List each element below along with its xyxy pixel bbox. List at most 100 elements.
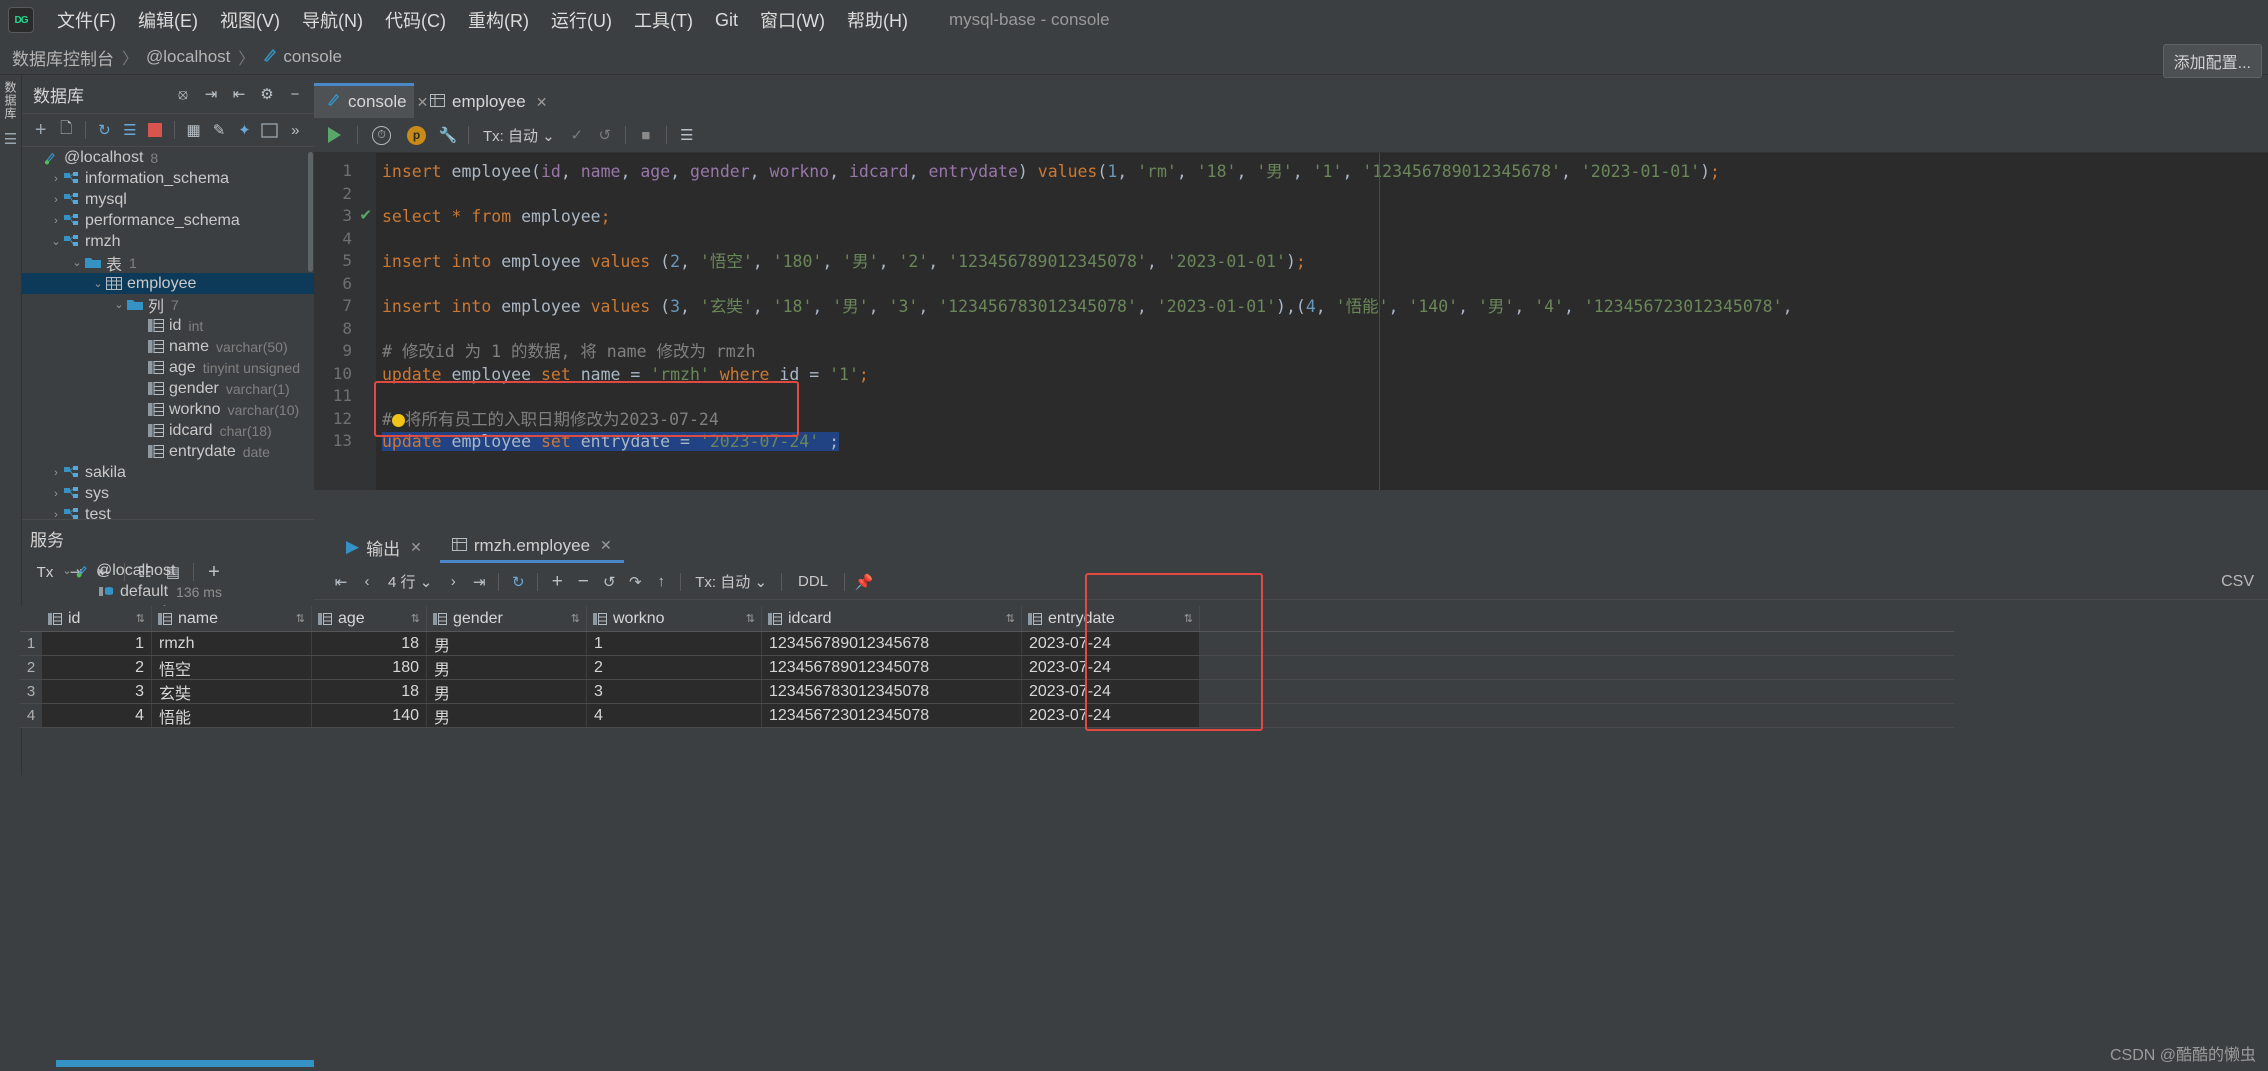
tree-item-entrydate[interactable]: entrydate date [22,441,314,462]
code-line-7[interactable]: insert into employee values (3, '玄奘', '1… [382,296,1793,318]
revert-selected-icon[interactable]: ↷ [622,570,648,594]
table-row[interactable]: 2 2 悟空 180 男 2 123456789012345078 2023-07-24 [20,656,1954,680]
result-tab-output[interactable]: ▶ 输出 ✕ [334,531,434,564]
refresh-icon[interactable]: ↻ [94,118,115,142]
tree-item-test[interactable]: › test [22,504,314,520]
menu-item-navigate[interactable]: 导航(N) [291,5,374,35]
table-cell-id[interactable]: 1 [42,632,152,655]
table-row[interactable]: 1 1 rmzh 18 男 1 123456789012345678 2023-07-24 [20,632,1954,656]
table-cell-workno[interactable]: 2 [587,656,762,679]
table-cell-idcard[interactable]: 123456723012345078 [762,704,1022,727]
breadcrumb-localhost[interactable]: @localhost [146,47,230,67]
chevron-down-icon[interactable]: ⌄ [60,564,74,577]
chevron-down-icon[interactable]: ⌄ [112,298,126,311]
menu-item-view[interactable]: 视图(V) [209,5,291,35]
tree-item--[interactable]: ⌄ 列 7 [22,294,314,316]
collapse-all-icon[interactable]: ⇤ [227,82,251,106]
table-cell-gender[interactable]: 男 [427,680,587,703]
tree-item--localhost[interactable]: @localhost 8 [22,147,314,168]
sort-arrow-icon[interactable]: ⇅ [296,612,305,625]
menu-item-git[interactable]: Git [704,8,749,33]
column-header-idcard[interactable]: idcard ⇅ [762,606,1022,631]
tree-item-performance-schema[interactable]: › performance_schema [22,210,314,231]
services-item-default[interactable]: default 136 ms [56,581,314,602]
table-cell-idcard[interactable]: 123456789012345078 [762,656,1022,679]
result-tab-employee[interactable]: rmzh.employee ✕ [439,532,624,563]
query-console-icon[interactable] [259,118,280,142]
column-header-id[interactable]: id ⇅ [42,606,152,631]
tx-mode-select[interactable]: Tx: 自动 ⌄ [483,125,555,146]
close-icon[interactable]: ✕ [600,537,612,554]
table-row[interactable]: 4 4 悟能 140 男 4 123456723012345078 2023-07-24 [20,704,1954,728]
table-cell-workno[interactable]: 1 [587,632,762,655]
table-cell-id[interactable]: 3 [42,680,152,703]
code-line-1[interactable]: insert employee(id, name, age, gender, w… [382,161,1720,183]
add-row-icon[interactable]: + [544,570,570,594]
tree-item-id[interactable]: id int [22,315,314,336]
chevron-right-icon[interactable]: › [49,194,63,206]
code-line-5[interactable]: insert into employee values (2, '悟空', '1… [382,251,1306,273]
ddl-button[interactable]: DDL [788,571,838,592]
expand-all-icon[interactable]: ⇥ [199,82,223,106]
menu-item-code[interactable]: 代码(C) [374,5,457,35]
chevron-right-icon[interactable]: › [49,509,63,520]
tree-item-age[interactable]: age tinyint unsigned [22,357,314,378]
table-cell-gender[interactable]: 男 [427,632,587,655]
chevron-down-icon[interactable]: ⌄ [91,277,105,290]
chevron-down-icon[interactable]: ⌄ [49,235,63,248]
tree-item--[interactable]: ⌄ 表 1 [22,252,314,274]
magic-icon[interactable]: ✦ [234,118,255,142]
chevron-right-icon[interactable]: › [49,215,63,227]
column-header-age[interactable]: age ⇅ [312,606,427,631]
tree-item-idcard[interactable]: idcard char(18) [22,420,314,441]
table-cell-age[interactable]: 18 [312,632,427,655]
run-icon[interactable] [328,127,341,143]
editor-code-area[interactable]: insert employee(id, name, age, gender, w… [376,153,2268,490]
menu-item-run[interactable]: 运行(U) [540,5,623,35]
table-cell-id[interactable]: 4 [42,704,152,727]
breadcrumb-console[interactable]: console [283,47,342,67]
history-icon[interactable]: ⏱ [372,125,391,145]
database-tree[interactable]: @localhost 8 › information_schema › mysql › per… [22,147,314,519]
refresh-icon[interactable]: ↻ [505,570,531,594]
menu-item-tools[interactable]: 工具(T) [623,5,704,35]
add-configuration-button[interactable]: 添加配置... [2162,44,2262,78]
code-line-3[interactable]: select * from employee; [382,206,611,228]
delete-row-icon[interactable]: − [570,570,596,594]
close-icon[interactable]: ✕ [410,539,422,556]
tree-scrollbar[interactable] [308,152,313,272]
close-icon[interactable]: ✕ [536,94,548,111]
table-cell-age[interactable]: 140 [312,704,427,727]
table-cell-name[interactable]: 悟能 [152,704,312,727]
csv-export-button[interactable]: CSV [2221,573,2254,591]
grid-icon[interactable]: ☰ [675,123,699,147]
prev-page-icon[interactable]: ‹ [354,570,380,594]
column-header-workno[interactable]: workno ⇅ [587,606,762,631]
table-cell-age[interactable]: 180 [312,656,427,679]
menu-item-window[interactable]: 窗口(W) [749,5,836,35]
next-page-icon[interactable]: › [440,570,466,594]
column-header-name[interactable]: name ⇅ [152,606,312,631]
chevron-right-icon[interactable]: › [49,488,63,500]
menu-item-file[interactable]: 文件(F) [46,5,127,35]
result-data-grid[interactable]: id ⇅ name ⇅ age ⇅ gender ⇅ workno ⇅ idcard ⇅ entryda… [20,606,1954,728]
tree-item-workno[interactable]: workno varchar(10) [22,399,314,420]
table-cell-name[interactable]: 悟空 [152,656,312,679]
stop-icon[interactable] [145,118,166,142]
commit-icon[interactable]: ✓ [565,123,589,147]
hide-panel-icon[interactable]: − [283,82,307,106]
tree-item-sys[interactable]: › sys [22,483,314,504]
menu-item-refactor[interactable]: 重构(R) [457,5,540,35]
sort-arrow-icon[interactable]: ⇅ [136,612,145,625]
editor-tab-console[interactable]: console ✕ [314,86,428,118]
chevron-right-icon[interactable]: › [49,173,63,185]
left-strip-label[interactable]: 数据库 [2,81,19,120]
add-icon[interactable]: + [30,118,51,142]
table-cell-idcard[interactable]: 123456789012345678 [762,632,1022,655]
table-row[interactable]: 3 3 玄奘 18 男 3 123456783012345078 2023-07-24 [20,680,1954,704]
sort-arrow-icon[interactable]: ⇅ [411,612,420,625]
wrench-icon[interactable]: 🔧 [436,123,460,147]
pin-icon[interactable]: 📌 [851,570,877,594]
last-page-icon[interactable]: ⇥ [466,570,492,594]
table-cell-id[interactable]: 2 [42,656,152,679]
